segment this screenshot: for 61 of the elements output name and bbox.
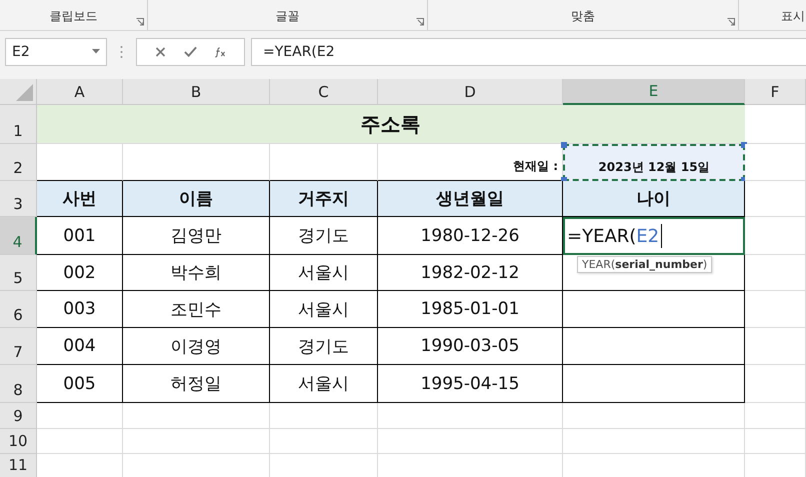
row-header[interactable]: 10 (0, 429, 37, 454)
cancel-icon[interactable] (154, 46, 167, 58)
table-cell: 1982-02-12 (378, 255, 563, 291)
ribbon-group-label: 표시 (781, 8, 805, 25)
column-heading: 나이 (563, 181, 745, 217)
table-cell: 005 (37, 365, 123, 403)
triangle-icon (16, 84, 33, 101)
table-cell: 서울시 (270, 365, 378, 403)
row-header[interactable]: 5 (0, 255, 37, 291)
function-tooltip: YEAR(serial_number) (577, 256, 712, 273)
sheet-title: 주소록 (37, 105, 745, 144)
row-header[interactable]: 4 (0, 217, 37, 255)
column-header[interactable]: D (378, 79, 563, 105)
table-cell: 001 (37, 217, 123, 255)
column-heading: 거주지 (270, 181, 378, 217)
row-header[interactable]: 7 (0, 328, 37, 365)
column-header[interactable]: B (123, 79, 270, 105)
table-cell: 004 (37, 328, 123, 365)
editing-cell[interactable]: =YEAR(E2 (563, 217, 745, 255)
table-cell: 1990-03-05 (378, 328, 563, 365)
row-header[interactable]: 11 (0, 454, 37, 477)
ribbon-group-label: 글꼴 (276, 8, 300, 25)
table-cell: 1985-01-01 (378, 291, 563, 328)
table-cell: 허정일 (123, 365, 270, 403)
name-box[interactable]: E2 (5, 38, 107, 66)
table-cell: 경기도 (270, 217, 378, 255)
dialog-launcher-icon[interactable] (727, 18, 735, 26)
table-cell: 김영만 (123, 217, 270, 255)
row-header[interactable]: 9 (0, 403, 37, 429)
ribbon-group-label: 맞춤 (571, 8, 595, 25)
column-header[interactable]: E (563, 79, 745, 105)
column-heading: 사번 (37, 181, 123, 217)
dialog-launcher-icon[interactable] (136, 18, 144, 26)
table-cell: 1980-12-26 (378, 217, 563, 255)
table-cell: 서울시 (270, 255, 378, 291)
table-cell: 002 (37, 255, 123, 291)
table-cell: 경기도 (270, 328, 378, 365)
grip-icon (120, 44, 123, 58)
check-icon[interactable] (184, 46, 197, 58)
row-header[interactable]: 6 (0, 291, 37, 328)
row-header[interactable]: 2 (0, 144, 37, 181)
ribbon-group-label: 클립보드 (50, 8, 98, 25)
table-cell: 서울시 (270, 291, 378, 328)
table-cell: 1995-04-15 (378, 365, 563, 403)
row-header[interactable]: 1 (0, 105, 37, 144)
table-cell: 조민수 (123, 291, 270, 328)
row-header[interactable]: 8 (0, 365, 37, 403)
table-cell: 003 (37, 291, 123, 328)
row-header[interactable]: 3 (0, 181, 37, 217)
table-cell: 박수희 (123, 255, 270, 291)
table-cell: 이경영 (123, 328, 270, 365)
dialog-launcher-icon[interactable] (416, 18, 424, 26)
column-heading: 이름 (123, 181, 270, 217)
column-header[interactable]: F (745, 79, 806, 105)
caret-icon (92, 49, 100, 54)
column-header[interactable]: A (37, 79, 123, 105)
function-icon[interactable] (214, 46, 228, 58)
date-cell: 2023년 12월 15일 (563, 144, 745, 181)
column-header[interactable]: C (270, 79, 378, 105)
formula-input[interactable]: =YEAR(E2 (251, 38, 806, 66)
column-heading: 생년월일 (378, 181, 563, 217)
